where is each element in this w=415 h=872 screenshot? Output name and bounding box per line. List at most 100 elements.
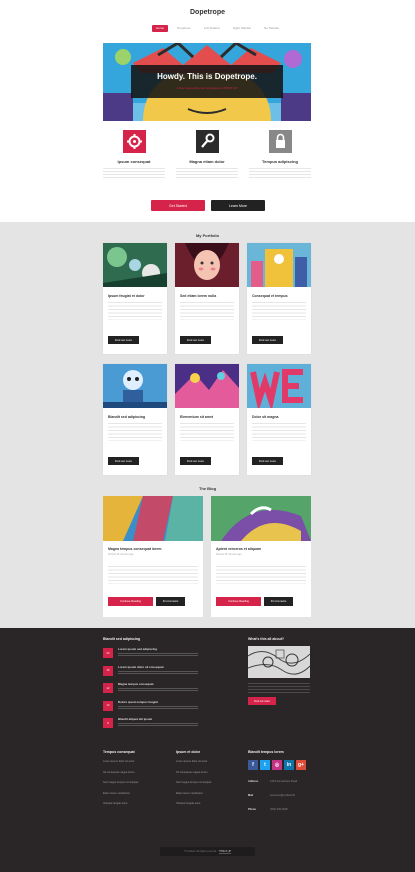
blog-post-actions: Continue Reading 33 comments: [216, 597, 293, 606]
hero-subtitle[interactable]: A free responsive site template by HTML5…: [131, 86, 283, 90]
nav-dropdown[interactable]: Dropdown: [173, 25, 195, 32]
news-title[interactable]: Lorem ipsum sed adipiscing: [118, 647, 198, 651]
portfolio-description: [180, 423, 234, 441]
portfolio-description: [252, 423, 306, 441]
instagram-icon[interactable]: ◎: [272, 760, 282, 770]
links-heading-2: Ipsum et dolor: [176, 750, 201, 754]
get-started-button[interactable]: Get Started: [151, 200, 205, 211]
news-date: 23: [103, 648, 113, 658]
links-column-1: Lorem ipsum dolor sit amet Sit consequat…: [103, 760, 138, 813]
news-title[interactable]: Dolore ipsum tempus feugiat: [118, 700, 198, 704]
comments-button[interactable]: 33 comments: [264, 597, 293, 606]
portfolio-row: Blandit sed adipiscing Find out more Ele…: [103, 364, 311, 475]
portfolio-card: Sed etiam lorem nulla Find out more: [175, 243, 239, 354]
blog-heading: The Blog: [198, 486, 217, 491]
portfolio-image[interactable]: [175, 364, 239, 408]
blog-post: Magna tempus consequat lorem Posted 45 m…: [103, 496, 203, 617]
blog-post: Aptent veroeros et aliquam Posted 45 min…: [211, 496, 311, 617]
footer-link[interactable]: Volutpat feugiat amet: [103, 802, 138, 813]
copyright-text: © Untitled. All rights reserved.: [183, 850, 217, 853]
contact-value[interactable]: someone@untitled.tld: [270, 794, 295, 808]
blog-image[interactable]: [211, 496, 311, 541]
portfolio-title: Consequat et tempus: [252, 294, 288, 298]
features-row: Ipsum consequat Magna etiam dolor Tempus…: [103, 127, 311, 193]
contact-label: Address: [248, 780, 259, 783]
footer-link[interactable]: Etiam lorem vestibulum: [103, 792, 138, 803]
portfolio-card: Consequat et tempus Find out more: [247, 243, 311, 354]
footer-link[interactable]: Lorem ipsum dolor sit amet: [103, 760, 138, 771]
portfolio-description: [108, 423, 162, 441]
linkedin-icon[interactable]: in: [284, 760, 294, 770]
nav-home[interactable]: Home: [152, 25, 169, 32]
news-date: 15: [103, 665, 113, 676]
blog-post-meta: Posted 45 minutes ago: [216, 553, 242, 556]
design-credit-link[interactable]: HTML5 UP: [218, 850, 232, 854]
googleplus-icon[interactable]: g+: [296, 760, 306, 770]
contact-label: Phone: [248, 808, 256, 811]
continue-reading-button[interactable]: Continue Reading: [216, 597, 261, 606]
portfolio-row: Ipsum feugiat et dolor Find out more Sed…: [103, 243, 311, 354]
feature-title: Tempus adipiscing: [262, 159, 298, 164]
facebook-icon[interactable]: f: [248, 760, 258, 770]
portfolio-title: Ipsum feugiat et dolor: [108, 294, 145, 298]
learn-more-button[interactable]: Learn More: [211, 200, 265, 211]
portfolio-image[interactable]: [247, 364, 311, 408]
news-item[interactable]: 15 Lorem ipsum dolor sit consequat: [103, 665, 223, 683]
footer-link[interactable]: Volutpat feugiat amet: [176, 802, 211, 813]
twitter-icon[interactable]: t: [260, 760, 270, 770]
feature-card: Tempus adipiscing: [249, 127, 311, 193]
news-excerpt: [118, 688, 198, 692]
portfolio-image[interactable]: [247, 243, 311, 287]
find-out-more-button[interactable]: Find out more: [108, 457, 139, 465]
news-item[interactable]: 23 Lorem ipsum sed adipiscing: [103, 647, 223, 665]
find-out-more-button[interactable]: Find out more: [252, 336, 283, 344]
blog-post-title[interactable]: Aptent veroeros et aliquam: [216, 547, 261, 551]
feature-title: Ipsum consequat: [117, 159, 151, 164]
hero-banner: Howdy. This is Dopetrope. A free respons…: [103, 43, 311, 121]
news-excerpt: [118, 653, 198, 657]
contact-value: (000) 000-0000: [270, 808, 288, 811]
feature-description: [176, 168, 238, 178]
news-title[interactable]: Lorem ipsum dolor sit consequat: [118, 665, 198, 669]
blog-post-actions: Continue Reading 33 comments: [108, 597, 185, 606]
portfolio-image[interactable]: [103, 364, 167, 408]
news-item[interactable]: 12 Magna tempus consequat: [103, 682, 223, 700]
footer-link[interactable]: Etiam lorem vestibulum: [176, 792, 211, 803]
about-find-out-more-button[interactable]: Find out more: [248, 697, 276, 705]
feature-description: [103, 168, 165, 178]
news-title[interactable]: Magna tempus consequat: [118, 682, 198, 686]
site-logo[interactable]: Dopetrope: [0, 9, 415, 16]
news-title[interactable]: Blandit aliquet elit ipsum: [118, 717, 198, 721]
nav-right-sidebar[interactable]: Right Sidebar: [229, 25, 255, 32]
continue-reading-button[interactable]: Continue Reading: [108, 597, 153, 606]
about-image[interactable]: [248, 646, 310, 678]
footer-link[interactable]: Sed magna tempus consequat: [103, 781, 138, 792]
blog-post-title[interactable]: Magna tempus consequat lorem: [108, 547, 161, 551]
footer-link[interactable]: Sit consequat magna lorem: [176, 771, 211, 782]
find-out-more-button[interactable]: Find out more: [180, 457, 211, 465]
nav-no-sidebar[interactable]: No Sidebar: [260, 25, 283, 32]
news-date: 12: [103, 683, 113, 693]
portfolio-image[interactable]: [175, 243, 239, 287]
portfolio-title: Dolor sit magna: [252, 415, 279, 419]
wrench-icon: [195, 130, 219, 153]
news-item[interactable]: 8 Blandit aliquet elit ipsum: [103, 717, 223, 735]
footer-link[interactable]: Sit consequat magna lorem: [103, 771, 138, 782]
find-out-more-button[interactable]: Find out more: [252, 457, 283, 465]
portfolio-title: Sed etiam lorem nulla: [180, 294, 217, 298]
portfolio-title: Elementum sit amet: [180, 415, 214, 419]
lock-icon: [268, 130, 292, 153]
footer-link[interactable]: Sed magna tempus consequat: [176, 781, 211, 792]
blog-post-excerpt: [216, 566, 306, 584]
blog-image[interactable]: [103, 496, 203, 541]
portfolio-image[interactable]: [103, 243, 167, 287]
news-item[interactable]: 10 Dolore ipsum tempus feugiat: [103, 700, 223, 718]
nav-left-sidebar[interactable]: Left Sidebar: [200, 25, 224, 32]
comments-button[interactable]: 33 comments: [156, 597, 185, 606]
blog-row: Magna tempus consequat lorem Posted 45 m…: [103, 496, 311, 617]
find-out-more-button[interactable]: Find out more: [108, 336, 139, 344]
footer-link[interactable]: Lorem ipsum dolor sit amet: [176, 760, 211, 771]
news-excerpt: [118, 670, 198, 675]
find-out-more-button[interactable]: Find out more: [180, 336, 211, 344]
cta-buttons: Get Started Learn More: [151, 200, 265, 211]
